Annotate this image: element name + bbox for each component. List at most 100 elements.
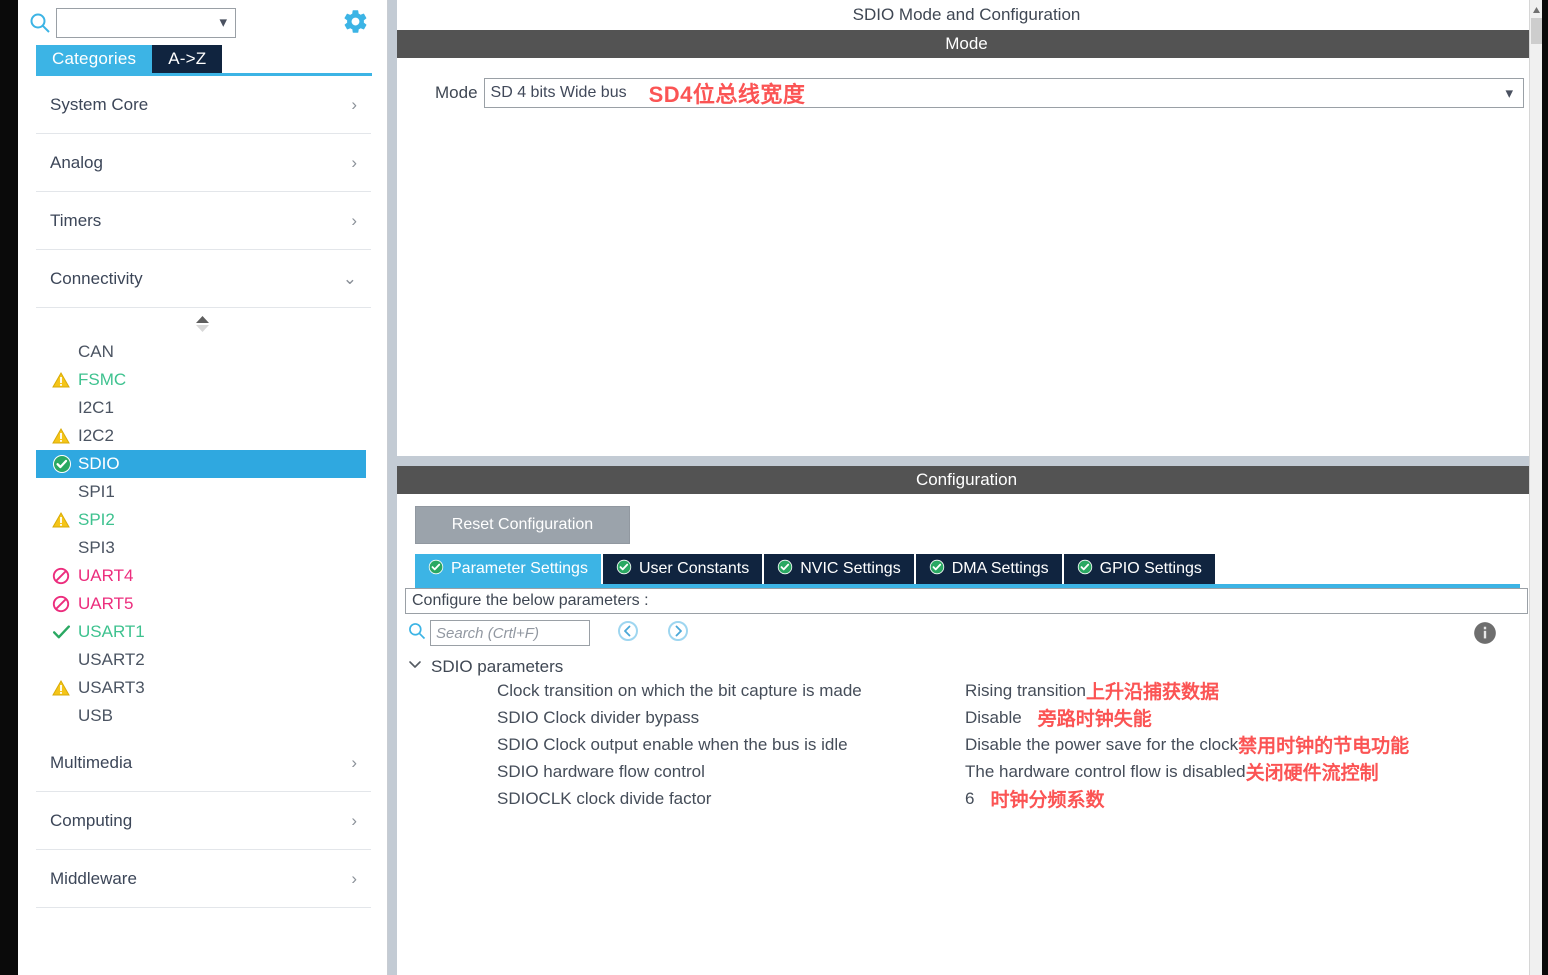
search-placeholder: Search (Crtl+F) <box>436 624 539 642</box>
peripheral-item-fsmc[interactable]: FSMC <box>36 366 387 394</box>
chevron-right-icon: › <box>351 94 357 114</box>
section-divider <box>397 456 1536 466</box>
chevron-right-icon: › <box>351 752 357 772</box>
chevron-right-icon: › <box>351 152 357 172</box>
mode-dropdown[interactable]: SD 4 bits Wide bus SD4位总线宽度 ▾ <box>483 78 1524 108</box>
peripheral-label: USART1 <box>78 622 145 641</box>
sort-order-toggle[interactable] <box>18 308 387 338</box>
main-pane: SDIO Mode and Configuration Mode Mode SD… <box>397 0 1536 975</box>
configuration-tabs: Parameter Settings User Constants NVIC S… <box>397 554 1536 584</box>
configure-note: Configure the below parameters : <box>405 588 1528 614</box>
warning-triangle-icon <box>52 512 74 528</box>
peripheral-item-usb[interactable]: USB <box>36 702 387 730</box>
category-label: System Core <box>50 94 149 114</box>
category-label: Connectivity <box>50 268 143 288</box>
peripheral-label: UART5 <box>78 594 134 613</box>
peripheral-item-i2c1[interactable]: I2C1 <box>36 394 387 422</box>
tab-label: GPIO Settings <box>1099 560 1202 577</box>
tab-user-constants[interactable]: User Constants <box>602 554 763 584</box>
page-title: SDIO Mode and Configuration <box>397 0 1536 30</box>
configuration-section-header: Configuration <box>397 466 1536 494</box>
sidebar-category-system-core[interactable]: System Core › <box>36 76 371 134</box>
peripheral-label: UART4 <box>78 566 134 585</box>
sidebar-category-multimedia[interactable]: Multimedia › <box>36 734 371 792</box>
sidebar-category-middleware[interactable]: Middleware › <box>36 850 371 908</box>
table-row[interactable]: SDIO hardware flow control The hardware … <box>497 758 1536 785</box>
peripheral-label: USART2 <box>78 650 145 669</box>
tab-parameter-settings[interactable]: Parameter Settings <box>415 554 601 584</box>
peripheral-label: SPI3 <box>78 538 115 557</box>
peripheral-item-i2c2[interactable]: I2C2 <box>36 422 387 450</box>
peripheral-item-uart4[interactable]: UART4 <box>36 562 387 590</box>
peripheral-label: SPI1 <box>78 482 115 501</box>
peripheral-label: SPI2 <box>78 510 115 529</box>
mode-field-label: Mode <box>435 83 478 102</box>
peripheral-label: USART3 <box>78 678 145 697</box>
check-circle-icon <box>777 559 793 580</box>
peripheral-label: CAN <box>78 342 114 361</box>
peripheral-item-can[interactable]: CAN <box>36 338 387 366</box>
peripheral-list: CAN FSMC I2C1 I2C2 SDIO SPI1 SPI2 SPI3 U… <box>18 338 387 730</box>
blocked-icon <box>52 595 74 613</box>
category-label: Multimedia <box>50 752 133 772</box>
sidebar-category-computing[interactable]: Computing › <box>36 792 371 850</box>
parameter-annotation: 旁路时钟失能 <box>1037 709 1152 730</box>
peripheral-item-usart3[interactable]: USART3 <box>36 674 387 702</box>
parameter-group-header[interactable]: SDIO parameters <box>397 652 1536 677</box>
peripheral-item-usart2[interactable]: USART2 <box>36 646 387 674</box>
parameter-annotation: 上升沿捕获数据 <box>1085 682 1219 703</box>
blocked-icon <box>52 567 74 585</box>
parameter-name: SDIOCLK clock divide factor <box>497 788 712 808</box>
peripheral-item-spi3[interactable]: SPI3 <box>36 534 387 562</box>
parameter-search-row: Search (Crtl+F) <box>397 614 1536 652</box>
chevron-down-icon: ▾ <box>219 14 227 31</box>
tab-label: Parameter Settings <box>451 560 588 577</box>
search-combo-input[interactable]: ▾ <box>56 7 236 38</box>
category-list-bottom: Multimedia › Computing › Middleware › <box>18 734 387 908</box>
chevron-down-icon: ▾ <box>1505 84 1513 102</box>
category-list-top: System Core › Analog › Timers › Connecti… <box>18 76 387 308</box>
table-row[interactable]: SDIO Clock output enable when the bus is… <box>497 731 1536 758</box>
parameter-search-input[interactable]: Search (Crtl+F) <box>430 620 590 646</box>
peripheral-label: FSMC <box>78 370 127 389</box>
category-label: Timers <box>50 210 102 230</box>
table-row[interactable]: SDIO Clock divider bypass Disable 旁路时钟失能 <box>497 704 1536 731</box>
parameter-value: The hardware control flow is disabled <box>965 761 1246 781</box>
sidebar-search-row: ▾ <box>18 0 387 45</box>
peripheral-item-uart5[interactable]: UART5 <box>36 590 387 618</box>
group-label: SDIO parameters <box>431 656 564 676</box>
category-label: Middleware <box>50 868 137 888</box>
vertical-scrollbar[interactable] <box>1529 0 1542 975</box>
tab-categories[interactable]: Categories <box>36 45 153 73</box>
table-row[interactable]: Clock transition on which the bit captur… <box>497 677 1536 704</box>
peripheral-item-spi1[interactable]: SPI1 <box>36 478 387 506</box>
peripheral-label: USB <box>78 706 113 725</box>
search-icon <box>28 11 52 35</box>
chevron-right-icon: › <box>351 210 357 230</box>
peripheral-item-sdio[interactable]: SDIO <box>36 450 366 478</box>
parameter-name: SDIO Clock output enable when the bus is… <box>497 734 848 754</box>
check-circle-icon <box>428 559 444 580</box>
search-previous-button[interactable] <box>616 619 640 648</box>
peripheral-item-spi2[interactable]: SPI2 <box>36 506 387 534</box>
sidebar-category-connectivity[interactable]: Connectivity ⌄ <box>36 250 371 308</box>
configuration-section-body: Reset Configuration Parameter Settings U… <box>397 494 1536 812</box>
peripheral-item-usart1[interactable]: USART1 <box>36 618 387 646</box>
sidebar-category-timers[interactable]: Timers › <box>36 192 371 250</box>
tab-a-to-z[interactable]: A->Z <box>152 45 223 73</box>
tab-dma-settings[interactable]: DMA Settings <box>915 554 1062 584</box>
sidebar-category-analog[interactable]: Analog › <box>36 134 371 192</box>
warning-triangle-icon <box>52 428 74 444</box>
search-next-button[interactable] <box>666 619 690 648</box>
scrollbar-thumb[interactable] <box>1531 18 1542 44</box>
tab-nvic-settings[interactable]: NVIC Settings <box>764 554 914 584</box>
panel-splitter[interactable] <box>388 0 397 975</box>
reset-configuration-button[interactable]: Reset Configuration <box>415 506 630 544</box>
table-row[interactable]: SDIOCLK clock divide factor 6 时钟分频系数 <box>497 785 1536 812</box>
tab-gpio-settings[interactable]: GPIO Settings <box>1063 554 1215 584</box>
gear-icon[interactable] <box>342 8 369 40</box>
info-icon[interactable] <box>1472 620 1498 651</box>
check-circle-icon <box>52 454 74 474</box>
mode-section-body: Mode SD 4 bits Wide bus SD4位总线宽度 ▾ <box>397 58 1536 456</box>
chevron-down-icon: ⌄ <box>342 268 357 288</box>
